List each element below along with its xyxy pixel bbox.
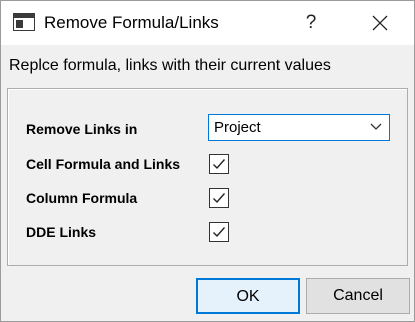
column-formula-checkbox[interactable] — [209, 188, 229, 208]
title-bar[interactable]: Remove Formula/Links ? — [1, 1, 414, 45]
cell-formula-and-links-checkbox[interactable] — [209, 154, 229, 174]
remove-links-in-value: Project — [214, 119, 261, 136]
remove-links-in-label: Remove Links in — [26, 121, 138, 137]
help-button[interactable]: ? — [291, 1, 331, 45]
checkmark-icon — [213, 193, 226, 204]
window-title: Remove Formula/Links — [44, 13, 219, 32]
checkmark-icon — [213, 159, 226, 170]
dde-links-checkbox[interactable] — [209, 222, 229, 242]
chevron-down-icon — [370, 123, 382, 130]
dde-links-label: DDE Links — [26, 224, 97, 240]
cell-formula-and-links-label: Cell Formula and Links — [26, 156, 181, 172]
cancel-button[interactable]: Cancel — [306, 278, 410, 314]
close-button[interactable] — [358, 1, 402, 45]
checkmark-icon — [213, 227, 226, 238]
dialog-description: Replce formula, links with their current… — [9, 57, 331, 74]
dialog-window: Remove Formula/Links ? Replce formula, l… — [0, 0, 415, 322]
column-formula-label: Column Formula — [26, 190, 138, 206]
ok-button[interactable]: OK — [196, 278, 300, 314]
window-icon — [13, 13, 35, 31]
close-icon — [372, 15, 388, 31]
remove-links-in-dropdown[interactable]: Project — [208, 114, 390, 141]
